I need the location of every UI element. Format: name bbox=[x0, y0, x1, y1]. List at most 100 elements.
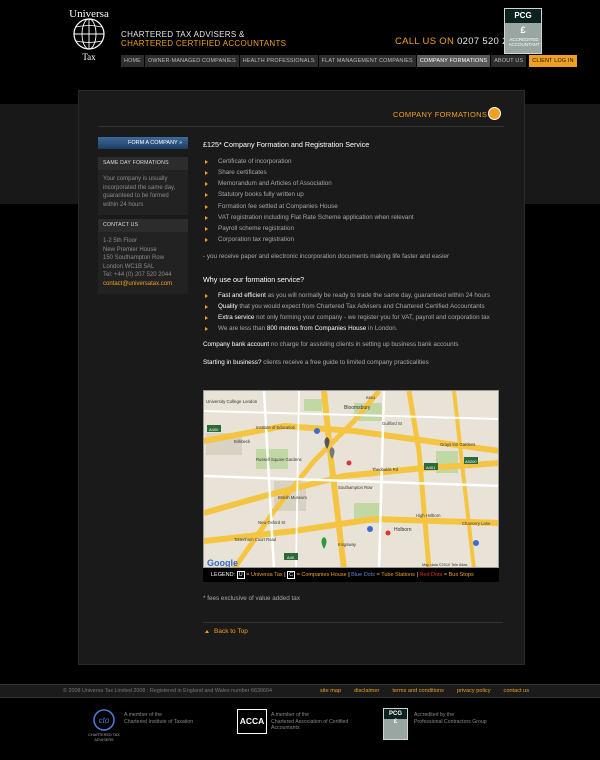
universa-tax-logo[interactable]: Universa Tax bbox=[60, 6, 118, 66]
acca-member-text: A member of the Chartered Association of… bbox=[271, 712, 348, 732]
map-label: High Holborn bbox=[416, 513, 441, 518]
map-label: Chancery Lane bbox=[462, 521, 491, 526]
map-label: Holborn bbox=[394, 527, 412, 533]
pcg-member-text: Accredited by the Professional Contracto… bbox=[414, 712, 487, 725]
list-item: Extra service not only forming your comp… bbox=[203, 314, 503, 322]
sidebar: FORM A COMPANY » SAME DAY FORMATIONS You… bbox=[98, 137, 188, 298]
map-label: Russell Square Gardens bbox=[256, 457, 302, 462]
why-bold: Quality bbox=[218, 303, 238, 311]
list-item: Fast and efficient as you will normally … bbox=[203, 292, 503, 300]
back-to-top-label: Back to Top bbox=[214, 628, 248, 635]
nav-company-formations[interactable]: COMPANY FORMATIONS bbox=[416, 55, 491, 67]
pound-icon: £ bbox=[520, 25, 526, 35]
map-label: Kingsway bbox=[338, 542, 357, 547]
section-badge-icon bbox=[488, 107, 501, 120]
list-item: We are less than 800 metres from Compani… bbox=[203, 325, 503, 333]
map-label: Southampton Row bbox=[338, 485, 373, 490]
form-a-company-tab[interactable]: FORM A COMPANY » bbox=[98, 137, 188, 149]
pcg-logo: PCG £ bbox=[383, 708, 408, 740]
address-line: New Premier House bbox=[103, 246, 157, 253]
map-label: Theobalds Rd bbox=[372, 467, 399, 472]
footer-link-sitemap[interactable]: site map bbox=[320, 688, 341, 694]
telephone: Tel: +44 (0) 207 520 2044 bbox=[103, 272, 172, 278]
map-label: New Oxford St bbox=[258, 520, 286, 525]
pcg-accredited-badge: PCG £ ACCREDITED ACCOUNTANT bbox=[504, 8, 542, 54]
map-legend: LEGEND: U = Universa Tax | C = Companies… bbox=[203, 568, 499, 582]
contact-details: 1-2 5th Floor New Premier House 150 Sout… bbox=[98, 232, 188, 294]
footer-links: site map disclaimer terms and conditions… bbox=[320, 688, 542, 694]
content-divider bbox=[203, 622, 503, 623]
map-label: B504 bbox=[366, 395, 376, 400]
footer-link-terms[interactable]: terms and conditions bbox=[392, 688, 444, 694]
map-label: Bloomsbury bbox=[344, 405, 371, 411]
svg-text:cto: cto bbox=[99, 716, 110, 725]
nav-flat-management[interactable]: FLAT MANAGEMENT COMPANIES bbox=[318, 55, 416, 67]
footer-link-privacy[interactable]: privacy policy bbox=[457, 688, 491, 694]
map-label: Birkbeck bbox=[234, 439, 251, 444]
footer-link-contact[interactable]: contact us bbox=[504, 688, 530, 694]
list-item: Quality that you would expect from Chart… bbox=[203, 303, 503, 311]
tagline-line2: CHARTERED CERTIFIED ACCOUNTANTS bbox=[121, 39, 287, 48]
map-label: A401 bbox=[426, 465, 436, 470]
service-list: Certificate of incorporation Share certi… bbox=[203, 158, 503, 244]
assoc-line: Chartered Institute of Taxation bbox=[124, 718, 194, 725]
address-line: 1-2 5th Floor bbox=[103, 238, 138, 244]
nav-home[interactable]: HOME bbox=[121, 55, 144, 67]
client-login-button[interactable]: CLIENT LOG IN bbox=[529, 55, 577, 67]
legend-u-text: = Universa Tax bbox=[246, 572, 283, 578]
legend-u-key: U bbox=[236, 571, 245, 579]
legend-bus-text: = Bus Stops bbox=[443, 572, 474, 578]
cto-logo: cto bbox=[93, 709, 115, 731]
why-text: in London. bbox=[366, 325, 398, 333]
legend-tube-text: = Tube Stations bbox=[376, 572, 415, 578]
google-logo[interactable]: Google bbox=[207, 558, 238, 568]
email-link[interactable]: contact@universatax.com bbox=[103, 280, 183, 289]
why-text: as you will normally be ready to trade t… bbox=[265, 291, 491, 299]
list-item: Formation fee settled at Companies House bbox=[203, 203, 503, 211]
assoc-line: Professional Contractors Group bbox=[414, 718, 487, 725]
copyright: © 2008 Universa Tax Limited 2008 : Regis… bbox=[63, 688, 272, 694]
acca-logo: ACCA bbox=[237, 709, 267, 734]
map-label: Grays Inn Gardens bbox=[440, 442, 475, 447]
contact-heading: CONTACT US bbox=[98, 219, 188, 232]
address-line: 150 Southampton Row bbox=[103, 255, 165, 261]
pcg-badge-text: ACCREDITED ACCOUNTANT bbox=[508, 37, 540, 47]
tagline: CHARTERED TAX ADVISERS & CHARTERED CERTI… bbox=[121, 30, 286, 48]
tagline-line1: CHARTERED TAX ADVISERS & bbox=[121, 30, 245, 39]
legend-c-key: C bbox=[287, 571, 296, 579]
list-item: Certificate of incorporation bbox=[203, 158, 503, 166]
assoc-line: Accountants bbox=[271, 725, 300, 731]
nav-health-professionals[interactable]: HEALTH PROFESSIONALS bbox=[239, 55, 318, 67]
nav-owner-managed[interactable]: OWNER-MANAGED COMPANIES bbox=[144, 55, 239, 67]
fees-note: * fees exclusive of value added tax bbox=[203, 595, 300, 602]
bank-account-note: Company bank account no charge for assis… bbox=[203, 341, 503, 349]
map-label: A40 bbox=[287, 555, 295, 560]
nav-about-us[interactable]: ABOUT US bbox=[491, 55, 527, 67]
legend-red-dots: Red Dots bbox=[419, 572, 443, 578]
start-bold: Starting in business? bbox=[203, 359, 262, 367]
map-graphic: University College London Bloomsbury Ins… bbox=[204, 391, 498, 568]
service-heading: £125* Company Formation and Registration… bbox=[203, 140, 370, 149]
back-to-top-link[interactable]: Back to Top bbox=[205, 628, 248, 635]
main-nav: HOME OWNER-MANAGED COMPANIES HEALTH PROF… bbox=[121, 55, 578, 67]
pound-icon: £ bbox=[393, 719, 398, 725]
main-content: £125* Company Formation and Registration… bbox=[203, 141, 503, 367]
location-map[interactable]: University College London Bloomsbury Ins… bbox=[203, 390, 499, 568]
map-label: A400 bbox=[209, 427, 219, 432]
list-item: Payroll scheme registration bbox=[203, 225, 503, 233]
why-bold: Fast and efficient bbox=[218, 291, 266, 299]
map-label: Tottenham Court Road bbox=[234, 537, 277, 542]
logo-text-bottom: Tax bbox=[82, 52, 96, 62]
same-day-heading: SAME DAY FORMATIONS bbox=[98, 157, 188, 170]
title-divider bbox=[98, 126, 504, 127]
map-label: British Museum bbox=[278, 495, 307, 500]
map-label: A5200 bbox=[465, 459, 477, 464]
cto-member-text: A member of the Chartered Institute of T… bbox=[124, 712, 193, 725]
documents-note: - you receive paper and electronic incor… bbox=[203, 252, 450, 260]
footer-link-disclaimer[interactable]: disclaimer bbox=[354, 688, 379, 694]
site-header: Universa Tax CHARTERED TAX ADVISERS & CH… bbox=[0, 0, 600, 72]
cto-caption: CHARTERED TAX ADVISERS bbox=[88, 733, 120, 742]
map-label: Guilford St bbox=[382, 421, 403, 426]
arrow-up-icon bbox=[205, 629, 209, 633]
map-attribution: Map data ©2010 Tele Atlas bbox=[422, 563, 467, 567]
